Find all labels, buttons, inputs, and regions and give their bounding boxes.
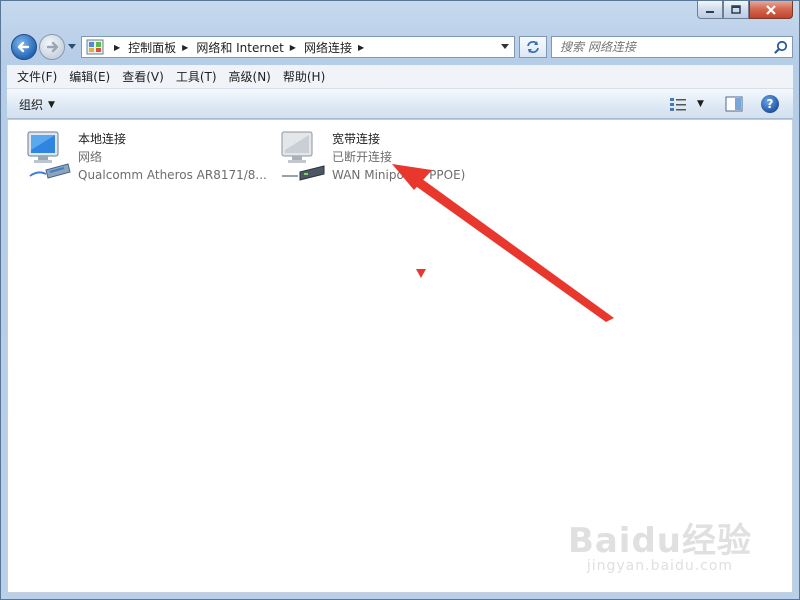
organize-label: 组织	[19, 98, 44, 112]
maximize-icon	[731, 5, 741, 14]
address-row: ▶ 控制面板 ▶ 网络和 Internet ▶ 网络连接 ▶	[9, 34, 793, 60]
baidu-watermark: Baidu经验 jingyan.baidu.com	[568, 513, 752, 574]
caption-buttons	[697, 1, 793, 19]
menu-help[interactable]: 帮助(H)	[277, 65, 331, 89]
explorer-window: ▶ 控制面板 ▶ 网络和 Internet ▶ 网络连接 ▶ 搜索 网络连接 文…	[0, 0, 800, 600]
wired-network-adapter-icon	[24, 130, 72, 186]
address-bar[interactable]: ▶ 控制面板 ▶ 网络和 Internet ▶ 网络连接 ▶	[81, 36, 515, 58]
connection-name: 本地连接	[78, 132, 127, 146]
refresh-button[interactable]	[519, 36, 547, 58]
connection-name: 宽带连接	[332, 132, 381, 146]
menu-view[interactable]: 查看(V)	[116, 65, 170, 89]
connection-device: WAN Miniport (PPPOE)	[332, 168, 466, 182]
forward-button[interactable]	[39, 34, 65, 60]
connection-item-local[interactable]: 本地连接 网络 Qualcomm Atheros AR8171/8...	[24, 130, 267, 186]
search-icon[interactable]	[774, 40, 788, 54]
chevron-down-icon[interactable]	[500, 43, 510, 51]
breadcrumb-separator-icon[interactable]: ▶	[358, 43, 364, 52]
connections-list: 本地连接 网络 Qualcomm Atheros AR8171/8... 宽带连…	[7, 120, 793, 593]
broadband-modem-icon	[278, 130, 326, 186]
breadcrumb-network-connections[interactable]: 网络连接	[304, 39, 352, 56]
menu-tools[interactable]: 工具(T)	[170, 65, 223, 89]
close-icon	[766, 4, 776, 15]
connection-status: 网络	[78, 150, 103, 164]
refresh-icon	[527, 41, 539, 53]
back-button[interactable]	[11, 34, 37, 60]
watermark-url: jingyan.baidu.com	[586, 558, 734, 574]
watermark-logo: Baidu经验	[567, 521, 752, 561]
organize-button[interactable]: 组织 ▼	[19, 96, 55, 113]
breadcrumb-separator-icon[interactable]: ▶	[290, 43, 296, 52]
arrow-right-icon	[46, 41, 59, 53]
close-button[interactable]	[749, 1, 793, 19]
minimize-icon	[706, 10, 714, 13]
menu-edit[interactable]: 编辑(E)	[63, 65, 116, 89]
control-panel-icon	[86, 39, 104, 55]
search-box[interactable]	[551, 36, 793, 58]
connection-status: 已断开连接	[332, 150, 393, 164]
search-input[interactable]	[552, 37, 762, 57]
connection-item-broadband[interactable]: 宽带连接 已断开连接 WAN Miniport (PPPOE)	[278, 130, 465, 186]
breadcrumb-control-panel[interactable]: 控制面板	[128, 39, 176, 56]
maximize-button[interactable]	[723, 1, 749, 19]
chevron-down-icon: ▼	[48, 99, 55, 110]
view-details-icon	[670, 98, 686, 111]
menu-advanced[interactable]: 高级(N)	[223, 65, 277, 89]
breadcrumb-separator-icon[interactable]: ▶	[182, 43, 188, 52]
breadcrumb-network-internet[interactable]: 网络和 Internet	[196, 39, 283, 56]
chevron-down-icon: ▼	[697, 99, 704, 109]
preview-pane-icon[interactable]	[725, 96, 743, 112]
history-dropdown-icon[interactable]	[67, 43, 77, 51]
command-bar: 组织 ▼ ▼ ?	[7, 89, 793, 119]
help-button[interactable]: ?	[761, 95, 779, 113]
change-view-button[interactable]: ▼	[669, 96, 704, 112]
minimize-button[interactable]	[697, 1, 723, 19]
menu-bar: 文件(F) 编辑(E) 查看(V) 工具(T) 高级(N) 帮助(H)	[7, 65, 793, 89]
arrow-left-icon	[17, 41, 30, 53]
menu-file[interactable]: 文件(F)	[11, 65, 63, 89]
breadcrumb-separator-icon[interactable]: ▶	[114, 43, 120, 52]
connection-device: Qualcomm Atheros AR8171/8...	[78, 168, 267, 182]
